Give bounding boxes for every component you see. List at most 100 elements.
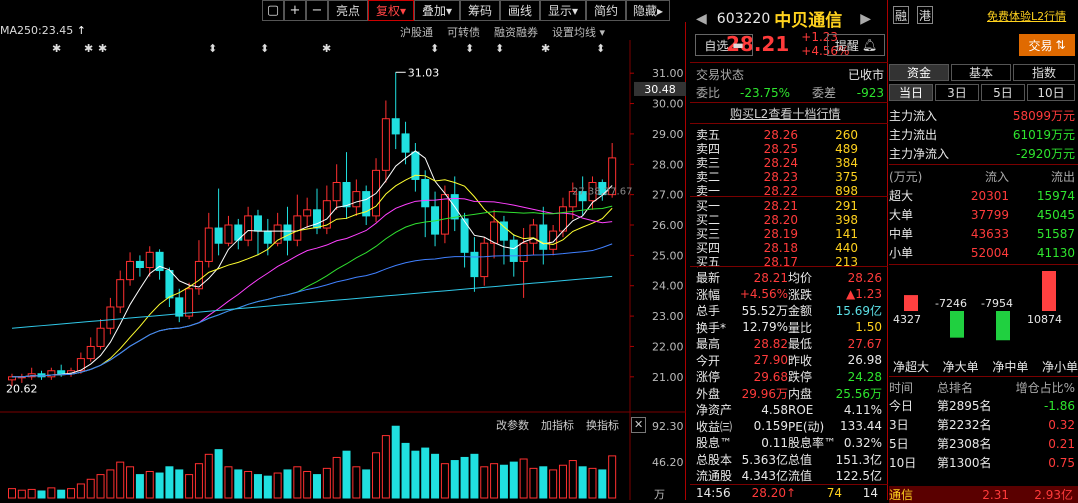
- tab-10day[interactable]: 10日: [1027, 84, 1075, 101]
- net-flow-bar: [904, 295, 918, 311]
- close-icon[interactable]: ✕: [631, 417, 647, 433]
- stat-value: ▲1.23: [846, 287, 882, 301]
- toolbar-simple-button[interactable]: 简约: [586, 0, 626, 21]
- net-bar-labels: 净超大 净大单 净中单 净小单: [893, 360, 1078, 374]
- volume-bar: [372, 452, 381, 499]
- alert-button[interactable]: 提醒 🔔︎: [827, 34, 885, 56]
- volume-bar: [194, 463, 203, 499]
- flow-size-label: 大单: [889, 208, 914, 222]
- toolbar-highlight-button[interactable]: 亮点: [328, 0, 368, 21]
- stat-value: +4.56%: [739, 287, 788, 301]
- stat-value: 0.32%: [843, 435, 882, 450]
- toolbar-fuquan-button[interactable]: 复权 ▾: [368, 0, 414, 21]
- volume-bar: [96, 474, 105, 499]
- kline-chart-area[interactable]: ▢ + − 亮点 复权 ▾ 叠加 ▾ 筹码 画线 显示 ▾ 简约 隐藏 ▸ MA250:…: [0, 0, 686, 500]
- buy-l2-link[interactable]: 购买L2查看十档行情: [730, 105, 840, 122]
- volume-bar: [263, 475, 272, 499]
- tab-today[interactable]: 当日: [889, 84, 933, 101]
- main-flow-row: 主力流出 61019万元: [889, 126, 1075, 143]
- net-flow-label: 10874: [1027, 313, 1062, 326]
- net-flow-bars: 4327 -7246 -7954 10874: [893, 271, 1062, 341]
- candle-body: [293, 215, 302, 241]
- y-tick-label: 30.00: [652, 98, 684, 111]
- stat-label: 股息率™: [788, 436, 837, 450]
- free-l2-link[interactable]: 免费体验L2行情: [987, 8, 1066, 24]
- rank-value: 第2308名: [937, 437, 992, 451]
- box-icon[interactable]: ▢: [262, 0, 284, 21]
- ma-line-30: [12, 205, 613, 378]
- event-marker: ⬍: [596, 42, 605, 55]
- candle-body: [86, 345, 95, 360]
- stat-row: 涨幅 +4.56% 涨跌 ▲1.23: [696, 286, 886, 303]
- toolbar-draw-button[interactable]: 画线: [500, 0, 540, 21]
- trade-button[interactable]: 交易 ⇅: [1019, 34, 1075, 56]
- link-convertible[interactable]: 可转债: [447, 24, 480, 40]
- fund-panel: 融 港 免费体验L2行情 自选 ▬ 提醒 🔔︎ 交易 ⇅ 资金 基本 指数 当日 3日…: [695, 0, 1078, 503]
- mid-label: 27.38,27.67: [572, 187, 632, 198]
- tab-index[interactable]: 指数: [1013, 64, 1075, 81]
- stat-label: 量比: [788, 320, 813, 335]
- toolbar-chips-button[interactable]: 筹码: [460, 0, 500, 21]
- stat-row: 今开 27.90 昨收 26.98: [696, 352, 886, 369]
- bid-row: 买五 28.17 213: [696, 253, 884, 270]
- market-status: 已收市: [847, 68, 884, 82]
- candle-body: [490, 221, 499, 244]
- toolbar-display-button[interactable]: 显示 ▾: [540, 0, 586, 21]
- candle-body: [135, 260, 144, 269]
- tab-basic[interactable]: 基本: [951, 64, 1011, 81]
- link-hugutong[interactable]: 沪股通: [400, 24, 433, 40]
- volume-bar: [431, 453, 440, 499]
- stat-label: ROE: [788, 402, 814, 417]
- toolbar-hide-button[interactable]: 隐藏 ▸: [626, 0, 670, 21]
- link-switch-indicator[interactable]: 换指标: [586, 417, 619, 433]
- event-marker: ✱: [98, 42, 107, 55]
- link-edit-params[interactable]: 改参数: [496, 417, 529, 433]
- vol-unit-label: 万: [654, 488, 665, 500]
- link-margin[interactable]: 融资融券: [494, 24, 538, 40]
- volume-bar: [549, 469, 558, 499]
- flow-size-label: 小单: [889, 246, 914, 260]
- stat-value: 25.56万: [835, 386, 882, 401]
- net-flow-bar: [1042, 271, 1056, 311]
- link-set-ma[interactable]: 设置均线 ▾: [552, 24, 605, 40]
- volume-bar: [253, 474, 262, 499]
- stat-label: 收益㈢: [696, 419, 733, 434]
- candle-body: [332, 181, 341, 202]
- plus-icon[interactable]: +: [284, 0, 306, 21]
- volume-bar: [17, 489, 26, 499]
- net-flow-bar: [996, 311, 1010, 341]
- stat-value: 12.79%: [742, 320, 788, 334]
- flow-in: 43633: [970, 226, 1009, 241]
- candle-body: [204, 227, 213, 262]
- toolbar-overlay-button[interactable]: 叠加 ▾: [414, 0, 460, 21]
- stat-value: 0.159: [753, 419, 788, 433]
- candle-body: [460, 218, 469, 253]
- stat-value: 4.11%: [843, 402, 882, 417]
- next-stock-icon[interactable]: ▶: [860, 11, 871, 27]
- stat-label: 内盘: [788, 386, 813, 401]
- volume-bar: [529, 467, 538, 499]
- flow-out: 51587: [1036, 226, 1075, 241]
- sector-row[interactable]: 通信 2.31 2.93亿: [889, 486, 1078, 503]
- rank-pct: -1.86: [1043, 398, 1075, 413]
- candle-body: [529, 224, 538, 244]
- watchlist-button[interactable]: 自选 ▬: [695, 34, 753, 56]
- candle-body: [185, 288, 194, 317]
- stat-row: 涨停 29.68 跌停 24.28: [696, 368, 886, 385]
- tag-rong[interactable]: 融: [893, 6, 909, 24]
- stat-value: 133.44: [840, 419, 882, 433]
- tag-gang[interactable]: 港: [917, 6, 933, 24]
- link-add-indicator[interactable]: 加指标: [541, 417, 574, 433]
- candle-body: [283, 224, 292, 241]
- net-flow-bar: [950, 311, 964, 338]
- tab-5day[interactable]: 5日: [981, 84, 1025, 101]
- stat-value: 55.52万: [741, 304, 788, 318]
- minus-icon[interactable]: −: [306, 0, 328, 21]
- prev-stock-icon[interactable]: ◀: [696, 11, 707, 27]
- tab-3day[interactable]: 3日: [935, 84, 979, 101]
- y-tick-label: 26.00: [652, 219, 684, 232]
- tab-fund[interactable]: 资金: [889, 64, 949, 81]
- volume-bar: [76, 483, 85, 499]
- stat-label: 换手*: [696, 320, 727, 335]
- candle-body: [539, 224, 548, 250]
